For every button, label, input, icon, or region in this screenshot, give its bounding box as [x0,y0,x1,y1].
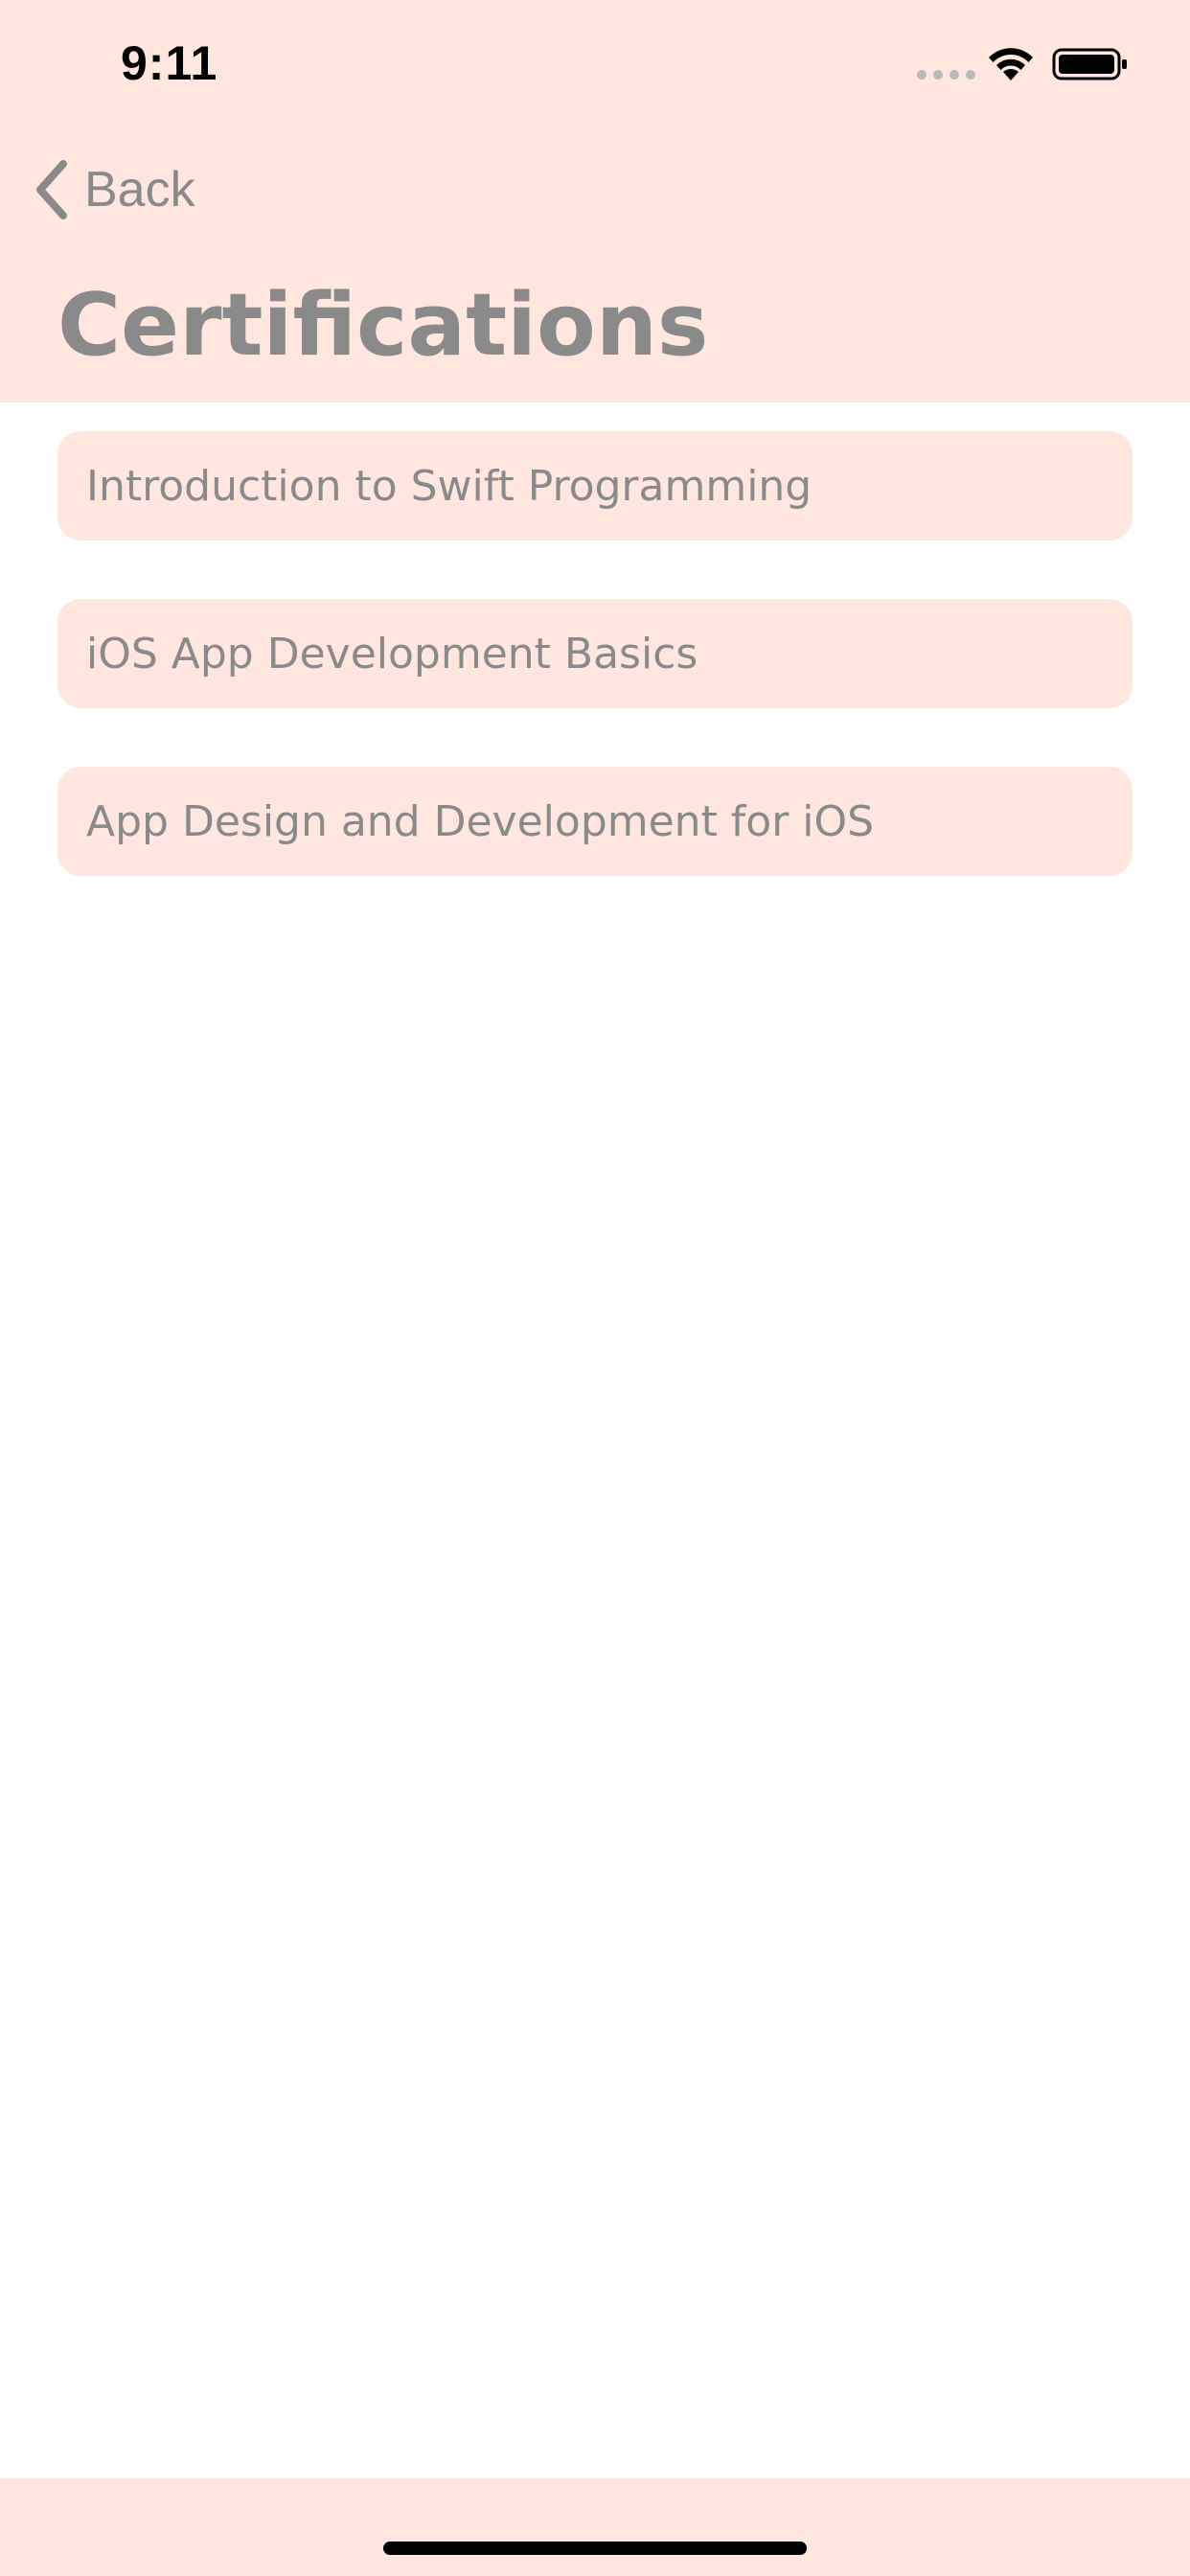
certification-item-label: Introduction to Swift Programming [86,461,812,511]
certification-item[interactable]: Introduction to Swift Programming [57,431,1133,540]
certification-item-label: App Design and Development for iOS [86,796,875,846]
status-bar-time: 9:11 [121,36,218,90]
cellular-signal-icon [917,70,975,80]
home-indicator[interactable] [383,2542,807,2555]
wifi-icon [989,48,1033,80]
certification-list: Introduction to Swift Programming iOS Ap… [57,431,1133,934]
battery-icon [1052,48,1127,80]
navigation-header: 9:11 Back Certifications [0,0,1190,402]
chevron-left-icon [36,160,67,219]
back-button[interactable]: Back [33,153,195,226]
certification-item[interactable]: iOS App Development Basics [57,599,1133,708]
certification-item-label: iOS App Development Basics [86,629,698,678]
page-title: Certifications [57,275,709,376]
back-button-label: Back [84,162,195,218]
bottom-safe-area [0,2478,1190,2576]
certification-item[interactable]: App Design and Development for iOS [57,767,1133,876]
